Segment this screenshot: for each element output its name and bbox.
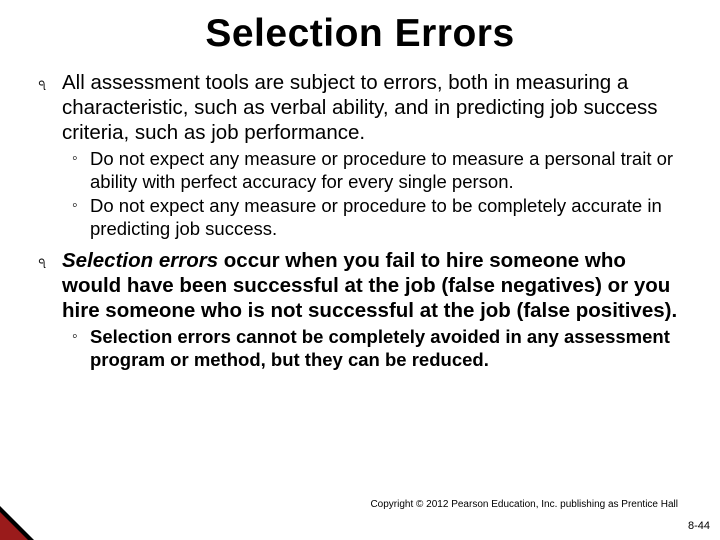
bullet-level2: ◦ Do not expect any measure or procedure…: [72, 195, 690, 240]
bullet-text: Selection errors occur when you fail to …: [62, 248, 690, 323]
bullet-glyph-l1: ঀ: [38, 248, 62, 323]
bullet-text: Selection errors cannot be completely av…: [90, 326, 690, 371]
sub-bullet-group: ◦ Do not expect any measure or procedure…: [38, 148, 690, 240]
bullet-level1: ঀ Selection errors occur when you fail t…: [38, 248, 690, 323]
slide: Selection Errors ঀ All assessment tools …: [0, 0, 720, 540]
bullet-glyph-l2: ◦: [72, 148, 90, 193]
bullet-level2: ◦ Selection errors cannot be completely …: [72, 326, 690, 371]
bullet-glyph-l2: ◦: [72, 195, 90, 240]
copyright-text: Copyright © 2012 Pearson Education, Inc.…: [370, 499, 678, 510]
bullet-level2: ◦ Do not expect any measure or procedure…: [72, 148, 690, 193]
sub-bullet-group: ◦ Selection errors cannot be completely …: [38, 326, 690, 371]
slide-title: Selection Errors: [30, 12, 690, 56]
content-body: ঀ All assessment tools are subject to er…: [30, 70, 690, 371]
bullet-text: All assessment tools are subject to erro…: [62, 70, 690, 145]
term-emphasis: Selection errors: [62, 249, 218, 272]
corner-decoration: [0, 506, 34, 540]
bullet-text: Do not expect any measure or procedure t…: [90, 148, 690, 193]
page-number: 8-44: [688, 520, 710, 532]
bullet-level1: ঀ All assessment tools are subject to er…: [38, 70, 690, 145]
bullet-text: Do not expect any measure or procedure t…: [90, 195, 690, 240]
bullet-glyph-l2: ◦: [72, 326, 90, 371]
bullet-glyph-l1: ঀ: [38, 70, 62, 145]
